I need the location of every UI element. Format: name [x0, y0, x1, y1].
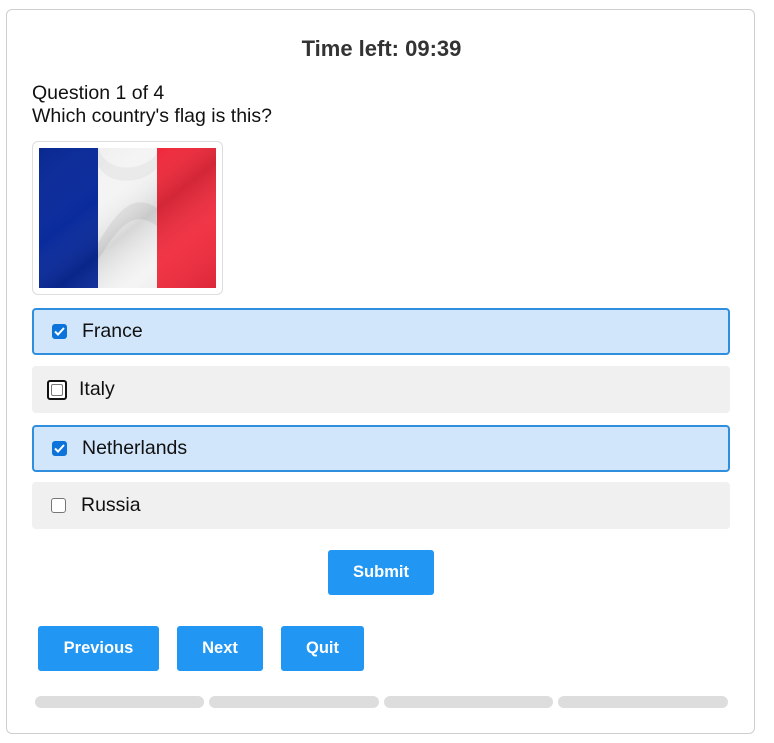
option-label: Russia [81, 494, 141, 516]
option-label: Italy [79, 378, 115, 400]
checkbox-unchecked-icon[interactable] [51, 498, 66, 513]
checkbox-focused-icon[interactable] [47, 379, 67, 400]
option-label: Netherlands [82, 437, 188, 459]
option-label: France [82, 320, 143, 342]
question-text: Which country's flag is this? [32, 105, 272, 127]
question-number: Question 1 of 4 [32, 82, 165, 104]
option-france[interactable]: France [32, 308, 730, 355]
quit-button[interactable]: Quit [281, 626, 364, 671]
checkbox-checked-icon[interactable] [52, 324, 67, 339]
option-netherlands[interactable]: Netherlands [32, 425, 730, 472]
progress-segment [35, 696, 204, 708]
progress-segment [558, 696, 728, 708]
question-image [32, 141, 223, 295]
next-button[interactable]: Next [177, 626, 263, 671]
previous-button[interactable]: Previous [38, 626, 159, 671]
option-russia[interactable]: Russia [32, 482, 730, 529]
option-italy[interactable]: Italy [32, 366, 730, 413]
quiz-card: Time left: 09:39 Question 1 of 4 Which c… [6, 9, 755, 734]
progress-segment [384, 696, 553, 708]
time-left-label: Time left: 09:39 [301, 36, 462, 61]
checkbox-checked-icon[interactable] [52, 441, 67, 456]
france-flag-image [39, 148, 216, 288]
progress-segment [209, 696, 379, 708]
submit-button[interactable]: Submit [328, 550, 434, 595]
